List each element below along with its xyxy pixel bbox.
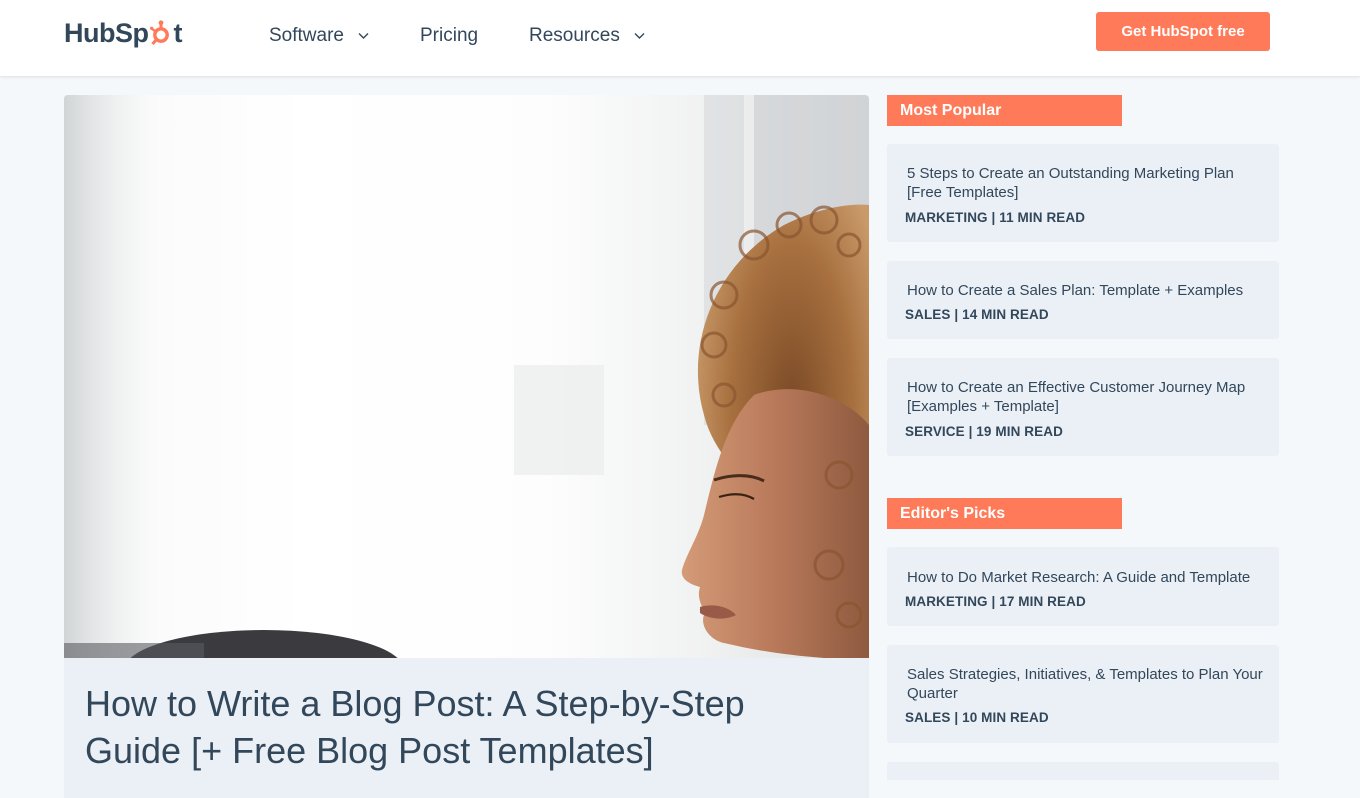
nav-pricing[interactable]: Pricing [420, 24, 478, 48]
chevron-down-icon [358, 33, 369, 39]
article-meta: SALES | 10 MIN READ [905, 710, 1049, 725]
nav-software-label: Software [269, 25, 344, 46]
editors-picks-heading: Editor's Picks [887, 498, 1122, 529]
article-meta: SALES | 14 MIN READ [905, 307, 1049, 322]
nav-pricing-label: Pricing [420, 25, 479, 46]
chevron-down-icon [634, 33, 645, 39]
popular-article-card[interactable]: How to Create an Effective Customer Jour… [887, 358, 1279, 456]
most-popular-heading: Most Popular [887, 95, 1122, 126]
article-link-title[interactable]: 5 Steps to Create an Outstanding Marketi… [907, 164, 1267, 202]
woman-photo-illustration [64, 95, 869, 658]
article-meta: SERVICE | 19 MIN READ [905, 424, 1063, 439]
article-link-title[interactable]: Sales Strategies, Initiatives, & Templat… [907, 665, 1267, 703]
editors-pick-card[interactable]: How to Do Market Research: A Guide and T… [887, 547, 1279, 626]
popular-article-card[interactable]: How to Create a Sales Plan: Template + E… [887, 261, 1279, 339]
article-meta: MARKETING | 17 MIN READ [905, 594, 1086, 609]
nav-software[interactable]: Software [269, 24, 369, 48]
logo-text-end: t [173, 17, 183, 48]
get-hubspot-free-button[interactable]: Get HubSpot free [1096, 12, 1270, 51]
hubspot-sprocket-icon [149, 20, 173, 46]
editors-pick-card[interactable]: Sales Strategies, Initiatives, & Templat… [887, 645, 1279, 743]
article-hero-image[interactable] [64, 95, 869, 658]
article-title[interactable]: How to Write a Blog Post: A Step-by-Step… [85, 680, 845, 774]
hubspot-logo[interactable]: HubSp t [64, 17, 182, 49]
article-meta: MARKETING | 11 MIN READ [905, 210, 1086, 225]
popular-article-card[interactable]: 5 Steps to Create an Outstanding Marketi… [887, 144, 1279, 242]
nav-resources-label: Resources [529, 25, 620, 46]
article-link-title[interactable]: How to Create a Sales Plan: Template + E… [907, 281, 1267, 300]
nav-resources[interactable]: Resources [529, 24, 645, 48]
featured-article-card[interactable]: How to Write a Blog Post: A Step-by-Step… [64, 658, 869, 798]
article-link-title[interactable]: How to Create an Effective Customer Jour… [907, 378, 1267, 416]
editors-pick-card-partial[interactable] [887, 762, 1279, 780]
logo-text-start: HubSp [64, 17, 149, 48]
article-link-title[interactable]: How to Do Market Research: A Guide and T… [907, 568, 1267, 587]
top-navigation-bar: HubSp t Software Pricing Resources Get H… [0, 0, 1360, 76]
